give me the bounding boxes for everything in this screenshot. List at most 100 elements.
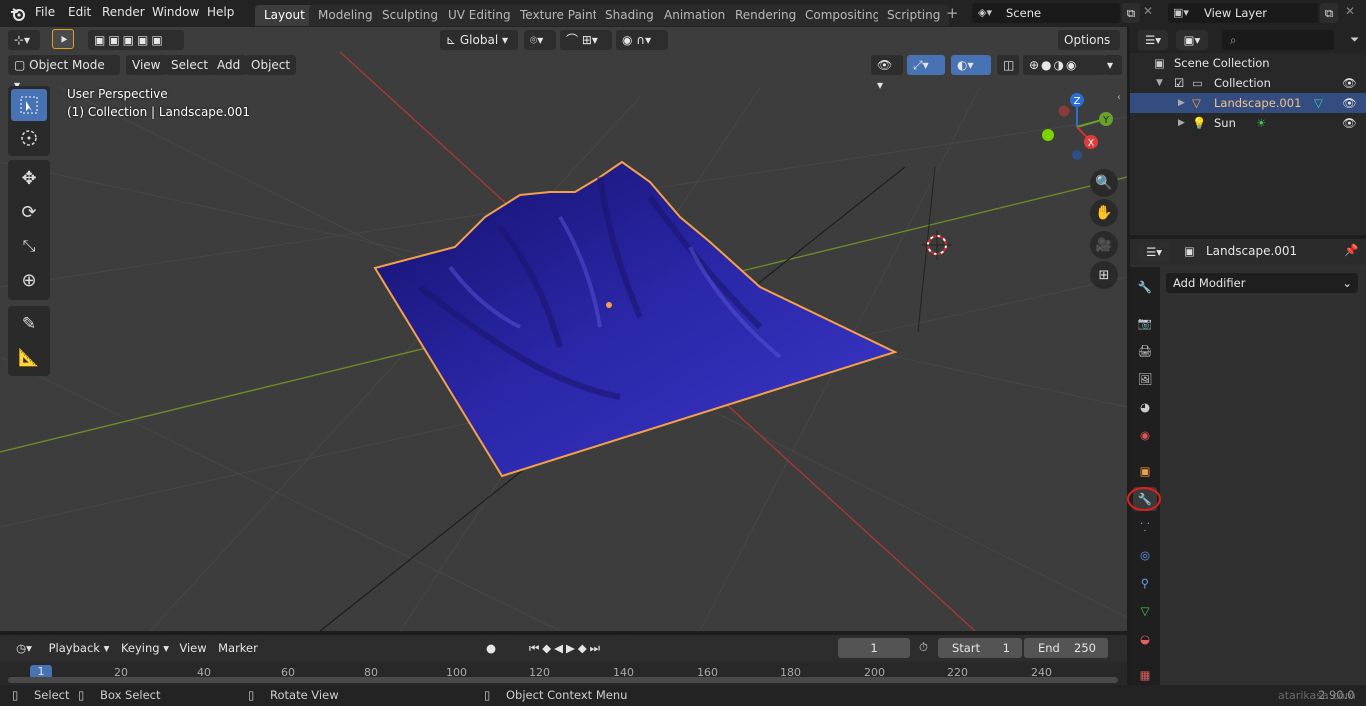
menu-add[interactable]: Add <box>211 55 247 75</box>
rotate-tool-icon[interactable]: ⟳ <box>11 196 47 228</box>
tab-compositing[interactable]: Compositing <box>796 5 890 26</box>
menu-timeline-view[interactable]: View <box>176 638 210 658</box>
tab-shading[interactable]: Shading <box>596 5 663 26</box>
proportional-edit-icon[interactable]: ◉ ∩▾ <box>616 30 668 50</box>
checkbox-icon[interactable]: ☑ <box>1174 73 1184 93</box>
navigation-gizmo[interactable]: Z Y X <box>1040 89 1120 169</box>
shading-dropdown-icon[interactable]: ▾ <box>1104 55 1122 75</box>
menu-object[interactable]: Object <box>245 55 297 75</box>
menu-view[interactable]: View <box>126 55 167 75</box>
camera-view-icon[interactable]: 🎥 <box>1090 231 1118 259</box>
expand-arrow-icon[interactable]: ▶ <box>1178 113 1185 133</box>
transform-orientation-dropdown[interactable]: ⊾ Global ▾ <box>440 30 518 50</box>
outliner-row-collection[interactable]: ▼ ☑ ▭ Collection 👁 <box>1130 73 1366 93</box>
eye-icon[interactable]: 👁 <box>1342 93 1357 113</box>
start-frame-field[interactable]: Start 1 <box>938 638 1022 658</box>
tab-uv-editing[interactable]: UV Editing <box>439 5 520 26</box>
eye-icon[interactable]: 👁 <box>1342 73 1357 93</box>
menu-window[interactable]: Window <box>152 5 199 19</box>
outliner-row-landscape[interactable]: ▶ ▽ Landscape.001 ▽ 👁 <box>1130 93 1366 113</box>
scene-selector[interactable]: Scene <box>972 3 1120 23</box>
mesh-data-icon[interactable]: ▽ <box>1314 93 1323 113</box>
tab-modeling[interactable]: Modeling <box>309 5 382 26</box>
timeline-editor-type-icon[interactable]: ◷▾ <box>8 638 40 658</box>
new-view-layer-icon[interactable]: ⧉ <box>1320 3 1338 23</box>
scale-tool-icon[interactable]: ⤡ <box>11 230 47 262</box>
frame-ruler[interactable]: 1 20 40 60 80 100 120 140 160 180 200 22… <box>0 663 1127 685</box>
texture-tab-icon[interactable]: ▦ <box>1133 663 1157 687</box>
expand-arrow-icon[interactable]: ▶ <box>1178 93 1185 113</box>
scene-tab-icon[interactable]: ◕ <box>1133 395 1157 419</box>
tab-rendering[interactable]: Rendering <box>726 5 806 26</box>
mode-dropdown[interactable]: ▢ Object Mode ▾ <box>8 55 120 92</box>
output-tab-icon[interactable]: 🖨 <box>1133 339 1157 363</box>
menu-select[interactable]: Select <box>165 55 215 75</box>
collapse-sidebar-icon[interactable]: ‹ <box>1117 92 1121 103</box>
data-tab-icon[interactable]: ▽ <box>1133 599 1157 623</box>
properties-editor-type-icon[interactable]: ☰▾ <box>1138 242 1170 262</box>
object-tab-icon[interactable]: ▣ <box>1133 459 1157 483</box>
overlays-icon[interactable]: ◐▾ <box>951 55 991 75</box>
blender-logo-icon[interactable] <box>10 6 26 22</box>
shading-modes-icon[interactable]: ⊕●◑◉ <box>1023 55 1105 75</box>
transform-tool-icon[interactable]: ⊕ <box>11 264 47 296</box>
constraints-tab-icon[interactable]: ⚲ <box>1133 571 1157 595</box>
end-frame-field[interactable]: End 250 <box>1024 638 1108 658</box>
timeline-scrollbar[interactable] <box>8 677 1118 683</box>
current-frame-field[interactable]: 1 <box>838 638 910 658</box>
tab-animation[interactable]: Animation <box>655 5 735 26</box>
outliner-row-scene-collection[interactable]: ▣ Scene Collection <box>1130 53 1366 73</box>
tab-texture-paint[interactable]: Texture Paint <box>511 5 607 26</box>
menu-help[interactable]: Help <box>207 5 234 19</box>
annotate-tool-icon[interactable]: ✎ <box>11 308 47 340</box>
snapping-icon[interactable]: ⌒ ⊞▾ <box>560 30 612 50</box>
menu-playback[interactable]: Playback ▾ <box>46 638 112 658</box>
menu-marker[interactable]: Marker <box>216 638 260 658</box>
add-workspace-icon[interactable]: + <box>946 4 959 22</box>
render-tab-icon[interactable]: 📷 <box>1133 311 1157 335</box>
menu-edit[interactable]: Edit <box>68 5 91 19</box>
xray-icon[interactable]: ◫ <box>997 55 1019 75</box>
visibility-icon[interactable]: 👁▾ <box>871 55 903 92</box>
sun-data-icon[interactable]: ☀ <box>1256 113 1266 133</box>
new-scene-icon[interactable]: ⧉ <box>1122 3 1140 23</box>
playback-controls-icon[interactable]: ⏮◆◀▶◆⏭ <box>506 638 626 658</box>
perspective-toggle-icon[interactable]: ⊞ <box>1090 261 1118 289</box>
select-box-tool-icon[interactable] <box>11 89 47 121</box>
add-modifier-dropdown[interactable]: Add Modifier ⌄ <box>1166 273 1358 293</box>
view-layer-selector[interactable]: View Layer <box>1168 3 1318 23</box>
3d-viewport[interactable]: ⊹▾ ⯈ ▣▣▣▣▣ ⊾ Global ▾ ⌾▾ ⌒ ⊞▾ ◉ ∩▾ Optio… <box>0 27 1127 631</box>
display-mode-icon[interactable]: ▣▾ <box>1176 30 1208 50</box>
tab-sculpting[interactable]: Sculpting <box>373 5 448 26</box>
pan-hand-icon[interactable]: ✋ <box>1090 199 1118 227</box>
tab-scripting[interactable]: Scripting <box>878 5 950 26</box>
pivot-point-icon[interactable]: ⌾▾ <box>524 30 556 50</box>
tab-layout[interactable]: Layout <box>255 5 314 26</box>
view-layer-tab-icon[interactable]: 🖼 <box>1133 367 1157 391</box>
outliner-search-input[interactable]: ⌕ <box>1222 30 1334 50</box>
select-tool-icon[interactable]: ⯈ <box>52 29 74 49</box>
gizmo-toggle-icon[interactable]: ⤢▾ <box>907 55 945 75</box>
expand-arrow-icon[interactable]: ▼ <box>1156 73 1163 93</box>
menu-keying[interactable]: Keying ▾ <box>116 638 174 658</box>
pin-icon[interactable]: 📌 <box>1344 243 1358 257</box>
delete-scene-icon[interactable]: ✕ <box>1143 4 1153 18</box>
selection-mode-icon[interactable]: ▣▣▣▣▣ <box>88 30 184 50</box>
menu-file[interactable]: File <box>35 5 55 19</box>
particles-tab-icon[interactable]: ⸪ <box>1133 515 1157 539</box>
tool-tab-icon[interactable]: 🔧 <box>1133 275 1157 299</box>
cursor-tool-icon[interactable] <box>11 122 47 154</box>
outliner-row-sun[interactable]: ▶ 💡 Sun ☀ 👁 <box>1130 113 1366 133</box>
move-tool-icon[interactable]: ✥ <box>11 162 47 194</box>
menu-render[interactable]: Render <box>102 5 145 19</box>
material-tab-icon[interactable]: ◒ <box>1133 627 1157 651</box>
outliner-editor-type-icon[interactable]: ☰▾ <box>1138 30 1168 50</box>
zoom-icon[interactable]: 🔍 <box>1090 169 1118 197</box>
eye-icon[interactable]: 👁 <box>1342 113 1357 133</box>
stopwatch-icon[interactable]: ⏱ <box>919 640 928 655</box>
delete-view-layer-icon[interactable]: ✕ <box>1345 4 1355 18</box>
filter-icon[interactable]: ⏷ <box>1350 32 1359 47</box>
measure-tool-icon[interactable]: 📐 <box>11 342 47 374</box>
record-icon[interactable]: ● <box>481 638 501 658</box>
editor-type-icon[interactable]: ⊹▾ <box>8 30 40 50</box>
